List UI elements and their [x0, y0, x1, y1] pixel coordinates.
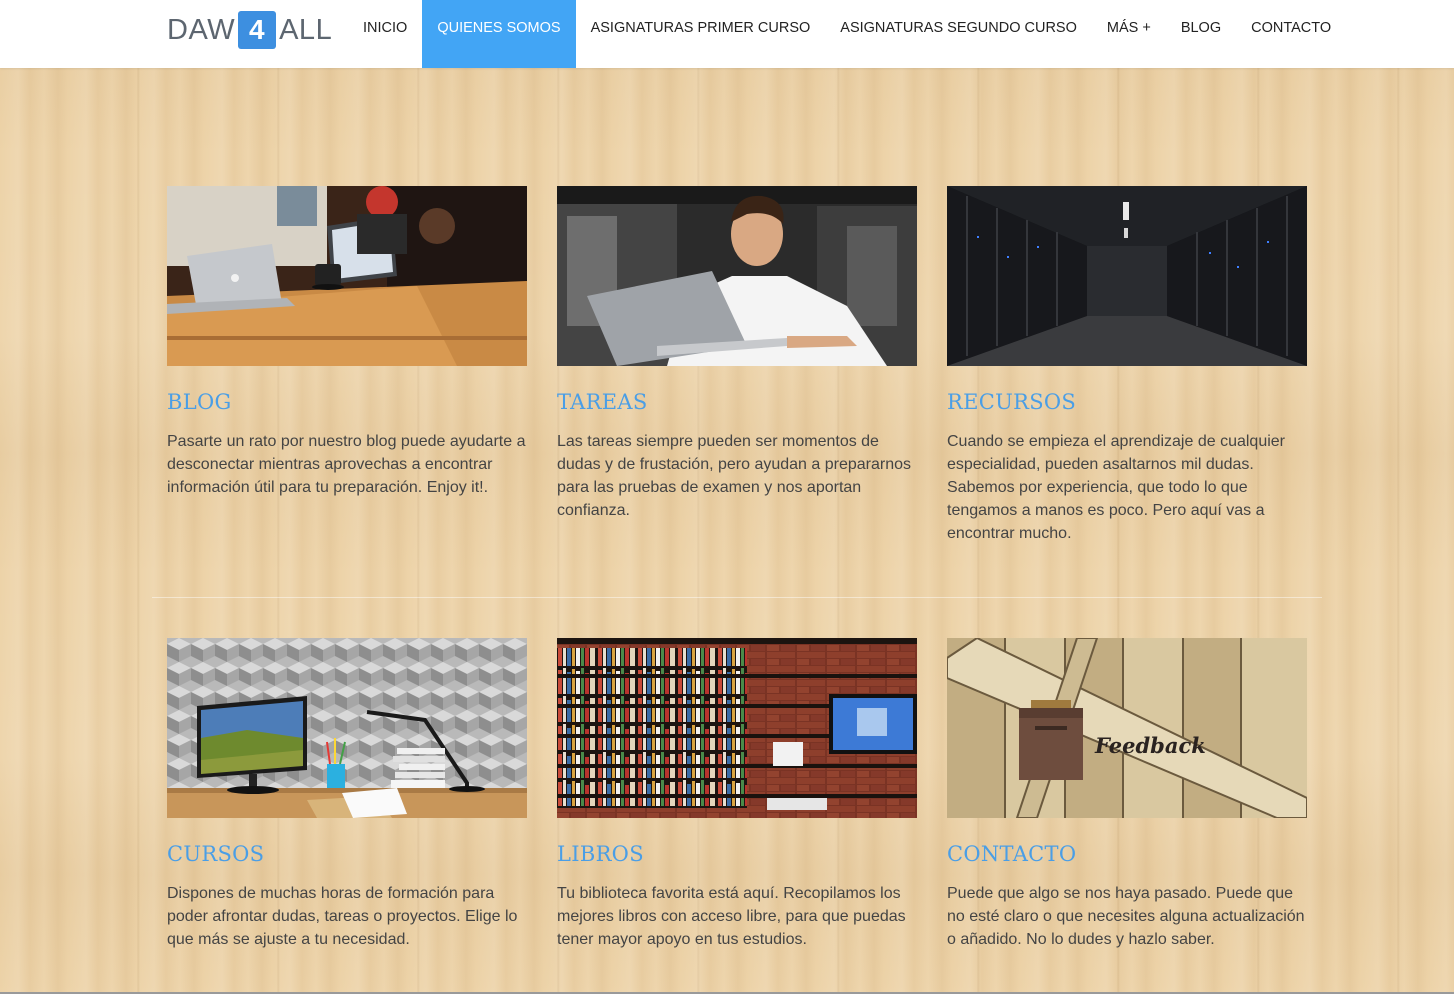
card-description: Pasarte un rato por nuestro blog puede a…: [167, 433, 526, 496]
nav-item-label: ASIGNATURAS PRIMER CURSO: [590, 20, 811, 36]
card-title[interactable]: TAREAS: [557, 390, 917, 414]
card-title[interactable]: CURSOS: [167, 842, 527, 866]
nav-item-label: ASIGNATURAS SEGUNDO CURSO: [840, 20, 1077, 36]
nav-item-label: CONTACTO: [1251, 20, 1332, 36]
card-description: Dispones de muchas horas de formación pa…: [167, 885, 518, 948]
card-description: Las tareas siempre pueden ser momentos d…: [557, 433, 912, 519]
logo-text-right: ALL: [279, 13, 333, 46]
card-blog: BLOG Pasarte un rato por nuestro blog pu…: [167, 186, 527, 545]
nav-item-mas[interactable]: MÁS +: [1092, 0, 1166, 68]
card-title[interactable]: LIBROS: [557, 842, 917, 866]
card-description: Puede que algo se nos haya pasado. Puede…: [947, 885, 1305, 948]
card-title[interactable]: BLOG: [167, 390, 527, 414]
card-contacto: Feedback CONTACTO Puede que algo se nos …: [947, 638, 1307, 951]
logo-badge: 4: [238, 11, 277, 49]
cards-row-2: CURSOS Dispones de muchas horas de forma…: [167, 638, 1307, 951]
nav-item-quienes-somos[interactable]: QUIENES SOMOS: [422, 0, 576, 68]
nav-item-label: QUIENES SOMOS: [437, 20, 561, 36]
card-title[interactable]: CONTACTO: [947, 842, 1307, 866]
top-navbar: DAW 4 ALL INICIO QUIENES SOMOS ASIGNATUR…: [0, 0, 1454, 68]
feedback-mailbox-photo[interactable]: Feedback: [947, 638, 1307, 818]
nav-item-blog[interactable]: BLOG: [1166, 0, 1236, 68]
card-title[interactable]: RECURSOS: [947, 390, 1307, 414]
nav-item-inicio[interactable]: INICIO: [348, 0, 422, 68]
man-with-laptop-photo[interactable]: [557, 186, 917, 366]
nav-item-contacto[interactable]: CONTACTO: [1236, 0, 1346, 68]
logo-text-left: DAW: [167, 13, 236, 46]
server-room-photo[interactable]: [947, 186, 1307, 366]
bookshelf-photo[interactable]: [557, 638, 917, 818]
desk-with-monitor-illustration[interactable]: [167, 638, 527, 818]
nav-item-label: INICIO: [363, 20, 408, 36]
card-description: Cuando se empieza el aprendizaje de cual…: [947, 433, 1285, 542]
nav-item-label: BLOG: [1180, 20, 1222, 36]
laptops-on-cafe-table-photo[interactable]: [167, 186, 527, 366]
card-cursos: CURSOS Dispones de muchas horas de forma…: [167, 638, 527, 951]
nav-item-segundo-curso[interactable]: ASIGNATURAS SEGUNDO CURSO: [825, 0, 1092, 68]
card-tareas: TAREAS Las tareas siempre pueden ser mom…: [557, 186, 917, 545]
main-nav: INICIO QUIENES SOMOS ASIGNATURAS PRIMER …: [348, 0, 1346, 68]
card-description: Tu biblioteca favorita está aquí. Recopi…: [557, 885, 906, 948]
section-divider: [152, 597, 1322, 598]
cards-row-1: BLOG Pasarte un rato por nuestro blog pu…: [167, 186, 1307, 545]
nav-item-label: MÁS +: [1106, 20, 1151, 36]
site-logo[interactable]: DAW 4 ALL: [167, 11, 332, 49]
card-recursos: RECURSOS Cuando se empieza el aprendizaj…: [947, 186, 1307, 545]
feedback-image-text: Feedback: [1094, 733, 1206, 758]
card-libros: LIBROS Tu biblioteca favorita está aquí.…: [557, 638, 917, 951]
nav-item-primer-curso[interactable]: ASIGNATURAS PRIMER CURSO: [576, 0, 826, 68]
